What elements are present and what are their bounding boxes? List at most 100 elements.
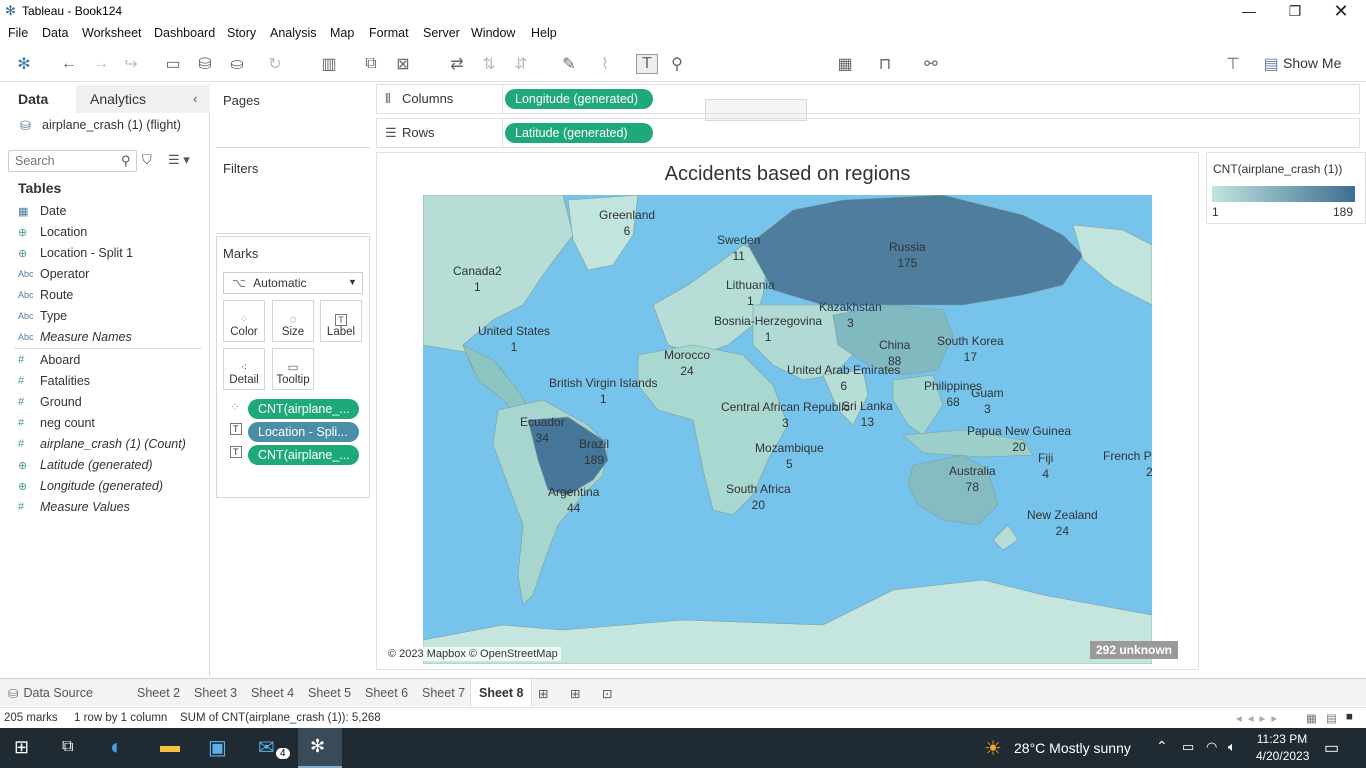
menu-help[interactable]: Help (531, 23, 557, 40)
file-explorer-icon[interactable]: ▬ (160, 735, 180, 758)
replay-icon[interactable]: ↪ (120, 54, 142, 74)
clear-sheet-icon[interactable]: ⊠ (392, 54, 414, 74)
pause-updates-icon[interactable]: ⛀ (226, 54, 248, 74)
field-item[interactable]: # Aboard (18, 351, 80, 369)
fix-axes-icon[interactable]: ⚲ (666, 54, 688, 74)
tab-sheet-4[interactable]: Sheet 4 (251, 679, 294, 707)
refresh-icon[interactable]: ↻ (264, 54, 286, 74)
swap-icon[interactable]: ⇄ (446, 54, 468, 74)
undo-icon[interactable]: ← (58, 54, 80, 74)
redo-icon[interactable]: → (90, 54, 112, 74)
menu-analysis[interactable]: Analysis (270, 23, 317, 40)
field-item[interactable]: ⊕ Location - Split 1 (18, 244, 133, 262)
rows-pill[interactable]: Latitude (generated) (505, 123, 653, 143)
wifi-icon[interactable]: ◠ (1206, 739, 1217, 755)
rows-shelf[interactable]: ☰ Rows Latitude (generated) (376, 118, 1360, 148)
columns-pill[interactable]: Longitude (generated) (505, 89, 653, 109)
menu-map[interactable]: Map (330, 23, 354, 40)
field-item[interactable]: # Ground (18, 393, 82, 411)
field-item[interactable]: # Fatalities (18, 372, 90, 390)
microsoft-store-icon[interactable]: ▣ (208, 735, 227, 760)
field-item[interactable]: ▦ Date (18, 202, 66, 220)
field-item[interactable]: # airplane_crash (1) (Count) (18, 435, 186, 453)
duplicate-sheet-icon[interactable]: ⧉ (360, 54, 382, 74)
highlight-icon[interactable]: ✎ (558, 54, 580, 74)
sort-ascending-icon[interactable]: ⇅ (478, 54, 500, 74)
field-item[interactable]: Abc Route (18, 286, 73, 304)
sheet-sorter-icon[interactable]: ▦ (1306, 711, 1317, 725)
minimize-button[interactable]: — (1226, 0, 1272, 22)
tab-sheet-7[interactable]: Sheet 7 (422, 679, 465, 707)
search-input[interactable] (15, 152, 115, 170)
size-button[interactable]: ◌ Size (272, 300, 314, 342)
tab-data-source[interactable]: ⛁ Data Source (8, 679, 93, 707)
search-field[interactable]: ⚲ (8, 150, 137, 172)
menu-server[interactable]: Server (423, 23, 460, 40)
tab-analytics[interactable]: Analytics (76, 85, 210, 113)
format-painter-icon[interactable]: ⊤ (1222, 54, 1244, 74)
chevron-up-icon[interactable]: ⌃ (1156, 738, 1168, 755)
clock-time[interactable]: 11:23 PM (1256, 732, 1308, 746)
show-cards-icon[interactable]: ▦ (834, 54, 856, 74)
label-button[interactable]: T Label (320, 300, 362, 342)
color-legend[interactable]: CNT(airplane_crash (1)) 1 189 (1206, 152, 1366, 224)
group-icon[interactable]: ⌇ (594, 54, 616, 74)
menu-dashboard[interactable]: Dashboard (154, 23, 215, 40)
tab-sheet-5[interactable]: Sheet 5 (308, 679, 351, 707)
restore-button[interactable]: ❐ (1272, 0, 1318, 22)
mark-pill-color[interactable]: CNT(airplane_... (248, 399, 359, 419)
new-story-icon[interactable]: ⊡ (602, 679, 612, 707)
datasource-name[interactable]: airplane_crash (1) (flight) (42, 118, 181, 132)
menu-worksheet[interactable]: Worksheet (82, 23, 142, 40)
tooltip-button[interactable]: ▭ Tooltip (272, 348, 314, 390)
tab-sheet-6[interactable]: Sheet 6 (365, 679, 408, 707)
field-item[interactable]: ⊕ Location (18, 223, 87, 241)
notifications-icon[interactable]: ▭ (1324, 738, 1339, 758)
field-item[interactable]: Abc Measure Names (18, 328, 132, 346)
new-worksheet-icon[interactable]: ⊞ (538, 679, 548, 707)
field-item[interactable]: # Measure Values (18, 498, 130, 516)
menu-file[interactable]: File (8, 23, 28, 40)
tab-sheet-8[interactable]: Sheet 8 (470, 679, 533, 707)
tab-data[interactable]: Data (0, 85, 76, 113)
sort-descending-icon[interactable]: ⇵ (510, 54, 532, 74)
field-item[interactable]: Abc Type (18, 307, 67, 325)
field-item[interactable]: # neg count (18, 414, 95, 432)
clock-date[interactable]: 4/20/2023 (1256, 749, 1309, 763)
color-button[interactable]: ⁘ Color (223, 300, 265, 342)
share-icon[interactable]: ⚯ (920, 54, 942, 74)
unknown-indicator[interactable]: 292 unknown (1090, 641, 1179, 659)
volume-icon[interactable]: 🔈︎ (1228, 739, 1236, 755)
collapse-pane-icon[interactable]: ‹ (193, 91, 197, 106)
task-view-icon[interactable]: ⧉ (62, 738, 73, 756)
battery-icon[interactable]: ▭ (1182, 739, 1194, 755)
tab-sheet-2[interactable]: Sheet 2 (137, 679, 180, 707)
windows-start-icon[interactable]: ⊞ (14, 737, 29, 758)
columns-shelf[interactable]: ⦀ Columns Longitude (generated) (376, 84, 1360, 114)
tabs-view-icon[interactable]: ■ (1346, 711, 1353, 723)
field-item[interactable]: ⊕ Latitude (generated) (18, 456, 153, 474)
field-item[interactable]: ⊕ Longitude (generated) (18, 477, 163, 495)
menu-format[interactable]: Format (369, 23, 409, 40)
detail-button[interactable]: ⁖ Detail (223, 348, 265, 390)
new-datasource-icon[interactable]: ⛁ (194, 54, 216, 74)
mark-type-dropdown[interactable]: ⌥ Automatic ▼ (223, 272, 363, 294)
filmstrip-icon[interactable]: ▤ (1326, 711, 1337, 725)
presentation-mode-icon[interactable]: ⊓ (874, 54, 896, 74)
edge-icon[interactable]: ◐ (110, 734, 123, 760)
view-options-icon[interactable]: ☰ ▾ (168, 152, 190, 168)
show-me-button[interactable]: Show Me (1283, 55, 1341, 71)
show-me-icon[interactable]: ▤ (1260, 54, 1282, 74)
new-dashboard-icon[interactable]: ⊞ (570, 679, 580, 707)
show-labels-icon[interactable]: T (636, 54, 658, 74)
tableau-taskbar-button[interactable]: ✻ (298, 728, 342, 768)
menu-story[interactable]: Story (227, 23, 256, 40)
mark-pill-label-count[interactable]: CNT(airplane_... (248, 445, 359, 465)
mail-icon[interactable]: ✉ (258, 735, 275, 760)
filters-card[interactable]: Filters (216, 152, 370, 230)
close-button[interactable]: ✕ (1318, 0, 1364, 22)
filter-icon[interactable]: ⛉ (142, 152, 152, 168)
map[interactable]: Greenland 6 Sweden 11 Russia 175 Canada2 1 Lithu… (423, 195, 1152, 664)
mark-pill-label-location[interactable]: Location - Spli... (248, 422, 359, 442)
save-icon[interactable]: ▭ (162, 54, 184, 74)
